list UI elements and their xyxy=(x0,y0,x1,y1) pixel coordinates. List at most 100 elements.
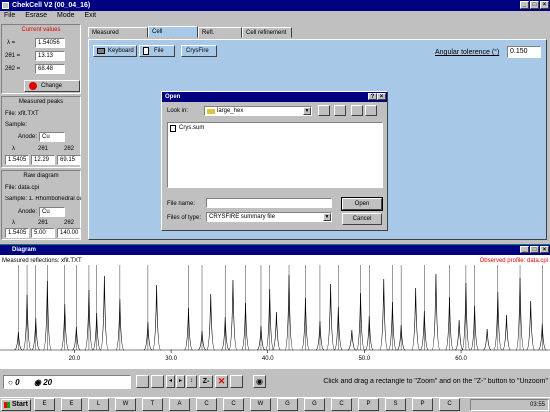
taskbar-item-7[interactable]: C xyxy=(223,398,244,411)
two-theta2-input[interactable]: 68.48 xyxy=(35,64,65,74)
tab-refl-selection[interactable]: Refl. Selection xyxy=(198,27,242,46)
filetype-value: CRYSFIRE summary file xyxy=(209,214,275,220)
raw-anode-value: Cu xyxy=(39,207,65,217)
tab-cell-parameters[interactable]: Cell parameters xyxy=(148,26,198,45)
scroll-step-button[interactable]: ↕ xyxy=(186,375,197,388)
current-values-title: Current values xyxy=(21,27,61,33)
taskbar-item-13[interactable]: S xyxy=(385,398,406,411)
file-item[interactable]: Crys.sum xyxy=(170,125,204,132)
angular-tolerance-input[interactable]: 0.150 xyxy=(507,46,541,58)
new-folder-icon[interactable] xyxy=(334,105,346,116)
dialog-close-button[interactable]: × xyxy=(377,93,386,100)
taskbar-item-1[interactable]: E xyxy=(61,398,82,411)
tab-measured-reflections[interactable]: Measured reflections xyxy=(88,27,148,46)
taskbar-item-12[interactable]: P xyxy=(358,398,379,411)
diagram-maximize-button[interactable]: □ xyxy=(530,246,539,253)
record-button[interactable]: ◉ xyxy=(253,375,266,388)
scroll-right-button[interactable]: ▸ xyxy=(176,375,185,388)
up-folder-icon[interactable] xyxy=(318,105,330,116)
windows-logo-icon xyxy=(4,402,10,408)
radio-0[interactable]: ○ 0 xyxy=(8,378,20,387)
raw-lambda: 1.5405 xyxy=(5,228,29,238)
taskbar-item-15[interactable]: C xyxy=(439,398,460,411)
plot-area[interactable]: Measured reflections: xfit.TXT Observed … xyxy=(0,255,550,369)
taskbar-item-5[interactable]: A xyxy=(169,398,190,411)
taskbar-item-11[interactable]: C xyxy=(331,398,352,411)
filetype-dropdown-icon[interactable]: ▼ xyxy=(323,213,331,221)
print-button[interactable] xyxy=(230,375,243,388)
lambda-input[interactable]: 1.54056 xyxy=(35,38,65,48)
taskbar-item-4[interactable]: T xyxy=(142,398,163,411)
close-button[interactable]: × xyxy=(540,1,549,9)
filetype-label: Files of type: xyxy=(167,215,202,221)
taskbar-item-0[interactable]: E xyxy=(34,398,55,411)
measured-reflections-label: Measured reflections: xfit.TXT xyxy=(2,258,82,264)
copy-button[interactable] xyxy=(136,375,149,388)
filename-input[interactable] xyxy=(206,198,332,208)
taskbar-item-10[interactable]: G xyxy=(304,398,325,411)
open-button[interactable]: Open xyxy=(341,197,383,211)
title-bar: ChekCell V2 (00_04_16) _ □ × xyxy=(0,0,550,11)
diagram-window: Diagram _ □ × Measured reflections: xfit… xyxy=(0,245,550,397)
taskbar-item-8[interactable]: W xyxy=(250,398,271,411)
lookin-select[interactable]: large_hex ▼ xyxy=(204,106,312,116)
crysfire-button[interactable]: CrysFire xyxy=(181,45,217,57)
profile-peak-11 xyxy=(152,284,161,351)
measured-2theta2: 69.15 xyxy=(57,155,81,165)
diagram-chart[interactable]: Measured reflections: xfit.TXT Observed … xyxy=(0,255,550,369)
minimize-button[interactable]: _ xyxy=(520,1,529,9)
col-2theta1-header: 2θ1 xyxy=(38,146,49,152)
x-tick-label-2: 40.0 xyxy=(262,356,274,362)
delete-button[interactable]: ✕ xyxy=(215,375,228,388)
maximize-button[interactable]: □ xyxy=(530,1,539,9)
diagram-minimize-button[interactable]: _ xyxy=(520,246,529,253)
radio-20[interactable]: ◉ 20 xyxy=(34,378,52,387)
tab-strip: Measured reflections Cell parameters Ref… xyxy=(88,26,548,46)
dialog-help-button[interactable]: ? xyxy=(368,93,377,100)
taskbar-item-3[interactable]: W xyxy=(115,398,136,411)
menu-mode[interactable]: Mode xyxy=(57,12,75,19)
menu-esrase[interactable]: Esrase xyxy=(25,12,47,19)
lookin-dropdown-icon[interactable]: ▼ xyxy=(303,107,311,115)
zoom-hint: Click and drag a rectangle to "Zoom" and… xyxy=(323,378,548,385)
raw-file: File: data.cpi xyxy=(5,185,40,191)
x-tick-label-0: 20.0 xyxy=(69,356,81,362)
profile-peak-39 xyxy=(483,328,492,351)
taskbar-item-14[interactable]: P xyxy=(412,398,433,411)
taskbar-item-9[interactable]: G xyxy=(277,398,298,411)
diagram-close-button[interactable]: × xyxy=(540,246,549,253)
paste-button[interactable] xyxy=(151,375,164,388)
profile-peak-34 xyxy=(431,273,441,351)
profile-peak-41 xyxy=(502,314,511,351)
raw-col-2theta1-header: 2θ1 xyxy=(38,220,49,226)
open-dialog-title-bar: Open ? × xyxy=(162,92,387,102)
file-list: Crys.sum xyxy=(167,122,383,188)
two-theta1-input[interactable]: 13.13 xyxy=(35,51,65,61)
radio-20-label: 20 xyxy=(43,378,53,387)
filetype-select[interactable]: CRYSFIRE summary file ▼ xyxy=(206,212,332,222)
menu-file[interactable]: File xyxy=(4,12,15,19)
list-view-icon[interactable] xyxy=(351,105,363,116)
col-lambda-header: λ xyxy=(12,146,15,152)
start-label: Start xyxy=(12,401,28,408)
taskbar-item-2[interactable]: L xyxy=(88,398,109,411)
open-dialog-title: Open xyxy=(165,94,181,100)
details-view-icon[interactable] xyxy=(365,105,377,116)
cancel-button[interactable]: Cancel xyxy=(342,213,382,225)
tab-cell-refinement[interactable]: Cell refinement xyxy=(242,27,292,38)
taskbar-item-6[interactable]: C xyxy=(196,398,217,411)
keyboard-button[interactable]: Keyboard xyxy=(93,45,137,57)
delete-icon: ✕ xyxy=(217,376,226,386)
file-icon xyxy=(143,47,149,55)
record-icon: ◉ xyxy=(256,377,263,386)
menu-exit[interactable]: Exit xyxy=(84,12,96,19)
lookin-label: Look in: xyxy=(167,108,189,114)
file-button[interactable]: File xyxy=(139,45,175,57)
change-button[interactable]: Change xyxy=(24,80,80,92)
start-button[interactable]: Start xyxy=(1,399,31,411)
zoom-out-button[interactable]: Z- xyxy=(199,375,213,388)
scroll-left-button[interactable]: ◂ xyxy=(166,375,175,388)
menu-bar: File Esrase Mode Exit xyxy=(4,12,104,22)
x-tick-label-4: 60.0 xyxy=(455,356,467,362)
observed-profile-label: Observed profile: data.cpi xyxy=(480,258,548,264)
